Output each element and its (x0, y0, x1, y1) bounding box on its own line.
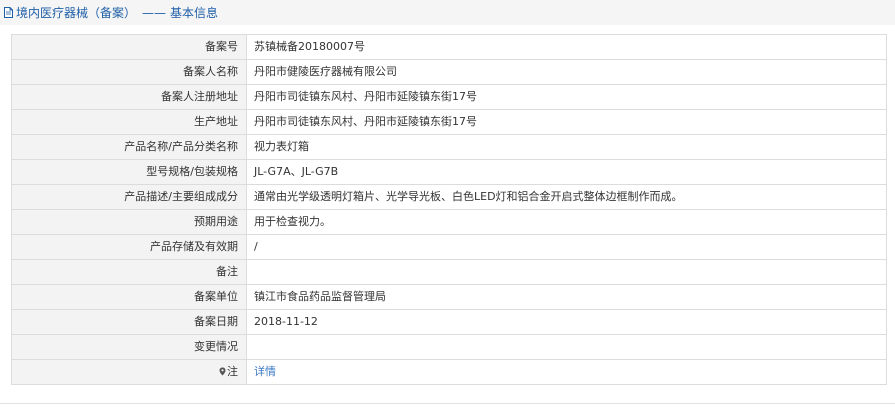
table-row: 变更情况 (11, 334, 887, 360)
row-value: 丹阳市司徒镇东风村、丹阳市延陵镇东街17号 (246, 84, 887, 110)
table-row: 产品名称/产品分类名称 视力表灯箱 (11, 134, 887, 160)
row-label: 备案号 (11, 34, 247, 60)
table-row: 备案日期 2018-11-12 (11, 309, 887, 335)
table-row: 备案单位 镇江市食品药品监督管理局 (11, 284, 887, 310)
details-link[interactable]: 详情 (254, 365, 276, 378)
table-row: 备注 (11, 259, 887, 285)
row-label: 备案人名称 (11, 59, 247, 85)
header-subtitle: 基本信息 (170, 6, 219, 20)
row-value: 通常由光学级透明灯箱片、光学导光板、白色LED灯和铝合金开启式整体边框制作而成。 (246, 184, 887, 210)
table-row: 备案人名称 丹阳市健陵医疗器械有限公司 (11, 59, 887, 85)
row-value: 视力表灯箱 (246, 134, 887, 160)
page-header: 境内医疗器械（备案） —— 基本信息 (0, 0, 895, 25)
note-label: 注 (227, 365, 238, 378)
row-label: 产品存储及有效期 (11, 234, 247, 260)
table-row: 备案人注册地址 丹阳市司徒镇东风村、丹阳市延陵镇东街17号 (11, 84, 887, 110)
row-value: 用于检查视力。 (246, 209, 887, 235)
row-label: 产品描述/主要组成成分 (11, 184, 247, 210)
row-value: 苏镇械备20180007号 (246, 34, 887, 60)
row-label: 备案人注册地址 (11, 84, 247, 110)
row-label: 备案单位 (11, 284, 247, 310)
row-value (246, 259, 887, 285)
row-value: / (246, 234, 887, 260)
marker-icon (219, 367, 226, 376)
row-label: 预期用途 (11, 209, 247, 235)
note-label-cell: 注 (11, 359, 247, 385)
table-row: 预期用途 用于检查视力。 (11, 209, 887, 235)
row-value: JL-G7A、JL-G7B (246, 159, 887, 185)
table-row: 产品描述/主要组成成分 通常由光学级透明灯箱片、光学导光板、白色LED灯和铝合金… (11, 184, 887, 210)
row-label: 型号规格/包装规格 (11, 159, 247, 185)
row-label: 备案日期 (11, 309, 247, 335)
row-label: 变更情况 (11, 334, 247, 360)
bottom-divider (0, 403, 895, 404)
table-row: 型号规格/包装规格 JL-G7A、JL-G7B (11, 159, 887, 185)
note-value-cell: 详情 (246, 359, 887, 385)
info-table: 备案号 苏镇械备20180007号 备案人名称 丹阳市健陵医疗器械有限公司 备案… (11, 34, 887, 385)
table-row-note: 注 详情 (11, 359, 887, 385)
row-label: 产品名称/产品分类名称 (11, 134, 247, 160)
row-value: 丹阳市司徒镇东风村、丹阳市延陵镇东街17号 (246, 109, 887, 135)
info-table-wrapper: 备案号 苏镇械备20180007号 备案人名称 丹阳市健陵医疗器械有限公司 备案… (11, 34, 887, 385)
row-label: 生产地址 (11, 109, 247, 135)
header-title: 境内医疗器械（备案） (16, 6, 137, 20)
row-label: 备注 (11, 259, 247, 285)
row-value: 镇江市食品药品监督管理局 (246, 284, 887, 310)
row-value: 2018-11-12 (246, 309, 887, 335)
row-value (246, 334, 887, 360)
table-row: 备案号 苏镇械备20180007号 (11, 34, 887, 60)
table-row: 产品存储及有效期 / (11, 234, 887, 260)
document-icon (4, 7, 13, 18)
header-separator: —— (142, 5, 167, 20)
table-row: 生产地址 丹阳市司徒镇东风村、丹阳市延陵镇东街17号 (11, 109, 887, 135)
row-value: 丹阳市健陵医疗器械有限公司 (246, 59, 887, 85)
